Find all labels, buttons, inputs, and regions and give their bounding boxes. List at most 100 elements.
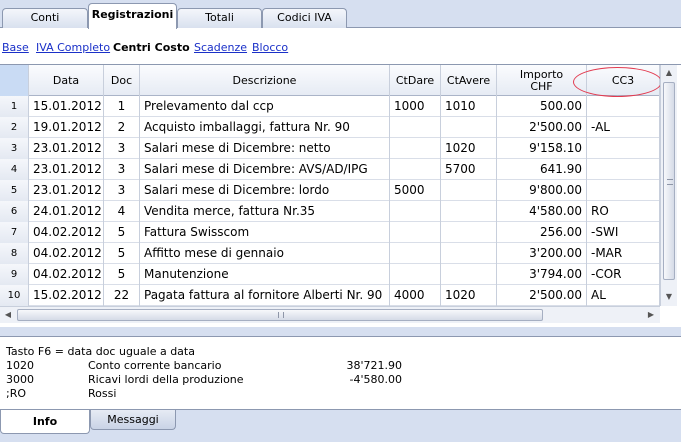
cc3-cell[interactable] [587,96,660,117]
description-cell[interactable]: Pagata fattura al fornitore Alberti Nr. … [140,285,390,306]
vertical-scroll-thumb[interactable] [663,82,675,280]
ctdare-cell[interactable]: 4000 [390,285,441,306]
ctavere-cell[interactable] [441,222,497,243]
row-number[interactable]: 9 [0,264,29,285]
date-cell[interactable]: 23.01.2012 [29,159,104,180]
header-cc3[interactable]: CC3 [587,65,660,96]
ctavere-cell[interactable] [441,180,497,201]
date-cell[interactable]: 04.02.2012 [29,264,104,285]
doc-cell[interactable]: 3 [104,138,140,159]
description-cell[interactable]: Manutenzione [140,264,390,285]
date-cell[interactable]: 15.01.2012 [29,96,104,117]
ctdare-cell[interactable]: 1000 [390,96,441,117]
scroll-left-icon[interactable]: ◀ [0,307,16,323]
description-cell[interactable]: Acquisto imballaggi, fattura Nr. 90 [140,117,390,138]
date-cell[interactable]: 15.02.2012 [29,285,104,306]
doc-cell[interactable]: 22 [104,285,140,306]
importo-cell[interactable]: 500.00 [497,96,587,117]
description-cell[interactable]: Prelevamento dal ccp [140,96,390,117]
date-cell[interactable]: 04.02.2012 [29,243,104,264]
description-cell[interactable]: Fattura Swisscom [140,222,390,243]
cc3-cell[interactable] [587,180,660,201]
tab-registrazioni[interactable]: Registrazioni [88,3,177,29]
view-centri-costo-link[interactable]: Centri Costo [113,41,190,54]
description-cell[interactable]: Salari mese di Dicembre: lordo [140,180,390,201]
ctavere-cell[interactable]: 5700 [441,159,497,180]
cc3-cell[interactable]: -COR [587,264,660,285]
doc-cell[interactable]: 5 [104,243,140,264]
table-row[interactable]: 5 23.01.2012 3 Salari mese di Dicembre: lor… [0,180,660,201]
doc-cell[interactable]: 5 [104,264,140,285]
importo-cell[interactable]: 3'794.00 [497,264,587,285]
cc3-cell[interactable]: -MAR [587,243,660,264]
tab-conti[interactable]: Conti [2,8,88,28]
ctdare-cell[interactable] [390,138,441,159]
row-number[interactable]: 7 [0,222,29,243]
row-number[interactable]: 10 [0,285,29,306]
doc-cell[interactable]: 2 [104,117,140,138]
tab-messaggi[interactable]: Messaggi [90,410,176,430]
row-number[interactable]: 8 [0,243,29,264]
header-description[interactable]: Descrizione [140,65,390,96]
ctavere-cell[interactable]: 1010 [441,96,497,117]
view-scadenze-link[interactable]: Scadenze [194,41,247,54]
table-row[interactable]: 10 15.02.2012 22 Pagata fattura al fornitor… [0,285,660,306]
row-number[interactable]: 1 [0,96,29,117]
tab-info[interactable]: Info [0,410,90,434]
date-cell[interactable]: 23.01.2012 [29,138,104,159]
ctavere-cell[interactable] [441,201,497,222]
cc3-cell[interactable]: RO [587,201,660,222]
table-row[interactable]: 1 15.01.2012 1 Prelevamento dal ccp 1000 1010… [0,96,660,117]
importo-cell[interactable]: 256.00 [497,222,587,243]
header-importo[interactable]: Importo CHF [497,65,587,96]
doc-cell[interactable]: 1 [104,96,140,117]
ctdare-cell[interactable] [390,159,441,180]
doc-cell[interactable]: 5 [104,222,140,243]
importo-cell[interactable]: 9'800.00 [497,180,587,201]
ctdare-cell[interactable] [390,243,441,264]
ctdare-cell[interactable] [390,201,441,222]
ctavere-cell[interactable]: 1020 [441,138,497,159]
table-row[interactable]: 9 04.02.2012 5 Manutenzione 3'794.00 -COR [0,264,660,285]
doc-cell[interactable]: 3 [104,159,140,180]
row-number[interactable]: 2 [0,117,29,138]
row-number[interactable]: 4 [0,159,29,180]
description-cell[interactable]: Vendita merce, fattura Nr.35 [140,201,390,222]
header-row-number[interactable] [0,65,29,96]
table-row[interactable]: 2 19.01.2012 2 Acquisto imballaggi, fattura… [0,117,660,138]
view-blocco-link[interactable]: Blocco [252,41,288,54]
row-number[interactable]: 6 [0,201,29,222]
ctavere-cell[interactable] [441,117,497,138]
table-row[interactable]: 6 24.01.2012 4 Vendita merce, fattura Nr.35… [0,201,660,222]
header-ctdare[interactable]: CtDare [390,65,441,96]
importo-cell[interactable]: 2'500.00 [497,117,587,138]
date-cell[interactable]: 24.01.2012 [29,201,104,222]
horizontal-scroll-thumb[interactable] [17,309,543,321]
date-cell[interactable]: 23.01.2012 [29,180,104,201]
cc3-cell[interactable]: -AL [587,117,660,138]
horizontal-scrollbar[interactable]: ◀ ▶ [0,306,660,323]
table-row[interactable]: 4 23.01.2012 3 Salari mese di Dicembre: AVS… [0,159,660,180]
ctdare-cell[interactable]: 5000 [390,180,441,201]
table-row[interactable]: 3 23.01.2012 3 Salari mese di Dicembre: net… [0,138,660,159]
cc3-cell[interactable] [587,138,660,159]
cc3-cell[interactable]: -SWI [587,222,660,243]
scroll-up-icon[interactable]: ▲ [661,65,677,81]
table-row[interactable]: 8 04.02.2012 5 Affitto mese di gennaio 3'200… [0,243,660,264]
view-iva-completo-link[interactable]: IVA Completo [36,41,110,54]
ctavere-cell[interactable]: 1020 [441,285,497,306]
ctavere-cell[interactable] [441,264,497,285]
tab-codici-iva[interactable]: Codici IVA [262,8,347,28]
row-number[interactable]: 5 [0,180,29,201]
vertical-scrollbar[interactable]: ▲ ▼ [660,65,677,306]
importo-cell[interactable]: 2'500.00 [497,285,587,306]
cc3-cell[interactable]: AL [587,285,660,306]
date-cell[interactable]: 19.01.2012 [29,117,104,138]
doc-cell[interactable]: 4 [104,201,140,222]
importo-cell[interactable]: 4'580.00 [497,201,587,222]
header-doc[interactable]: Doc [104,65,140,96]
scroll-down-icon[interactable]: ▼ [661,289,677,305]
table-row[interactable]: 7 04.02.2012 5 Fattura Swisscom 256.00 -SWI [0,222,660,243]
cc3-cell[interactable] [587,159,660,180]
ctdare-cell[interactable] [390,264,441,285]
